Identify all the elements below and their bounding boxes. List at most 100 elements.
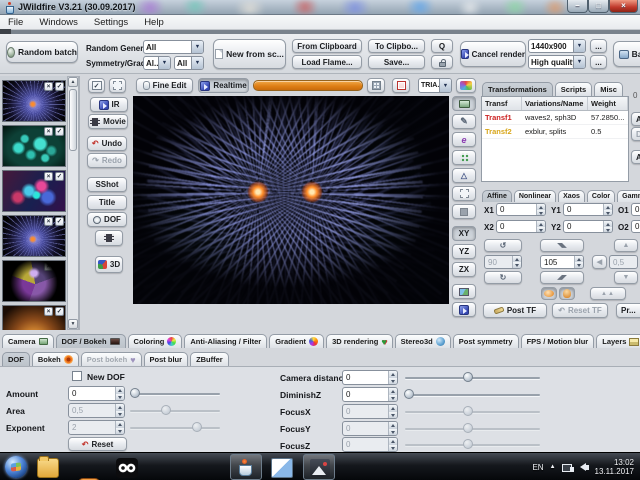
focusy-slider[interactable] [405,422,540,435]
area-slider[interactable] [130,404,220,417]
tab-dof-bokeh[interactable]: DOF / Bokeh [56,334,126,348]
y1-field[interactable]: 0 [563,203,613,216]
rotate-right-button[interactable]: ↻ [484,271,522,284]
edit-variation-button[interactable]: e [452,132,476,147]
tab-fps-motion-blur[interactable]: FPS / Motion blur [521,334,595,348]
amount-field[interactable]: 0 [68,386,125,401]
to-clipboard-button[interactable]: To Clipbo... [368,39,425,53]
move-step-field[interactable]: 0,5 [609,255,638,269]
language-indicator[interactable]: EN [532,463,543,472]
rotate-angle-field[interactable]: 90 [484,255,522,269]
tab-antialiasing-filter[interactable]: Anti-Aliasing / Filter [184,334,267,348]
selection-box-button[interactable] [452,186,476,201]
toggle-overlay-button[interactable]: ✓ [88,78,105,93]
o1-field[interactable]: 0 [631,203,640,216]
exponent-field[interactable]: 2 [68,420,125,435]
lock-button[interactable] [431,55,453,69]
fine-edit-button[interactable]: Fine Edit [136,78,193,93]
move-left-button[interactable]: ◀ [592,255,607,269]
quality-select[interactable]: High quality ▼ [528,55,586,69]
amount-slider[interactable] [130,387,220,400]
image-editor-taskbar-button[interactable] [303,454,335,480]
view-yz-button[interactable]: YZ [452,244,476,259]
add-final-transform-button[interactable]: A... [631,150,640,164]
new-dof-checkbox[interactable] [72,371,82,381]
remove-thumbnail-icon[interactable]: × [44,127,53,136]
table-row[interactable]: Transf1 waves2, sph3D 57.2850... [482,111,628,125]
render-image-button[interactable] [452,284,476,299]
remove-thumbnail-icon[interactable]: × [44,82,53,91]
thumbnail-orange-ember[interactable]: × ✓ [2,305,66,330]
table-row[interactable]: Transf2 exblur, splits 0.5 [482,125,628,139]
focusz-field[interactable]: 0 [342,437,398,452]
quick-save-button[interactable]: Q [431,39,453,53]
focusy-field[interactable]: 0 [342,421,398,436]
tab-scripts[interactable]: Scripts [555,82,592,96]
tab-nonlinear[interactable]: Nonlinear [514,190,556,202]
o2-field[interactable]: 0 [631,220,640,233]
movie-button[interactable]: Movie [88,114,128,129]
resolution-select[interactable]: 1440x900 ▼ [528,39,586,53]
select-thumbnail-icon[interactable]: ✓ [55,217,64,226]
minimize-button[interactable]: – [567,0,588,13]
menu-windows[interactable]: Windows [31,17,86,28]
flame-preview-canvas[interactable] [133,96,449,304]
toggle-transparency-button[interactable] [109,78,126,93]
thumbnail-blue-flame[interactable]: × ✓ [2,80,66,122]
clock[interactable]: 13:02 13.11.2017 [595,458,634,477]
interactive-renderer-button[interactable]: IR [90,97,128,112]
tab-post-blur[interactable]: Post blur [144,352,189,366]
x2-field[interactable]: 0 [496,220,546,233]
preview-clipped-button[interactable]: Pr... [616,303,640,318]
notes-app-taskbar-icon[interactable] [271,458,293,478]
flame-to-movie-button[interactable] [95,230,123,246]
thumbnail-blue-flame-2[interactable]: × ✓ [2,215,66,257]
select-thumbnail-icon[interactable]: ✓ [55,307,64,316]
edit-gradient-points-button[interactable] [452,150,476,165]
camera-distance-field[interactable]: 0 [342,370,398,385]
remove-thumbnail-icon[interactable]: × [44,307,53,316]
snapshot-button[interactable]: SShot [87,177,127,192]
tab-dof[interactable]: DOF [2,352,30,366]
move-down-button[interactable]: ▼ [614,271,638,284]
triangle-style-select[interactable]: TRIA... ▼ [418,78,452,93]
realtime-toggle-button[interactable]: Realtime [198,78,249,93]
edit-camera-button[interactable] [452,96,476,111]
tab-misc[interactable]: Misc [594,82,623,96]
camera-distance-slider[interactable] [405,371,540,384]
exponent-slider[interactable] [130,421,220,434]
reset-tf-button[interactable]: ↶Reset TF [552,303,608,318]
maximize-button[interactable]: □ [588,0,609,13]
show-guides-button[interactable] [392,78,410,93]
tab-bokeh[interactable]: Bokeh [32,352,79,366]
tray-expand-icon[interactable]: ▲ [550,464,556,470]
play-flame-button[interactable] [452,302,476,317]
y2-field[interactable]: 0 [563,220,613,233]
batch-render-button[interactable]: Bat... [613,41,640,67]
jwildfire-taskbar-button[interactable] [230,454,262,480]
diminishz-field[interactable]: 0 [342,387,398,402]
diminishz-slider[interactable] [405,388,540,401]
reset-dof-button[interactable]: ↶Reset [68,437,127,451]
select-thumbnail-icon[interactable]: ✓ [55,172,64,181]
scroll-down-icon[interactable]: ▼ [68,319,78,329]
tab-coloring[interactable]: Coloring [128,334,183,348]
cancel-render-button[interactable]: Cancel render [460,41,526,67]
select-thumbnail-icon[interactable]: ✓ [55,82,64,91]
post-tf-button[interactable]: Post TF [483,303,547,318]
from-clipboard-button[interactable]: From Clipboard [292,39,362,53]
view-zx-button[interactable]: ZX [452,262,476,277]
scroll-up-icon[interactable]: ▲ [68,77,78,87]
random-generator-select[interactable]: All ▼ [143,40,204,54]
tab-stereo3d[interactable]: Stereo3d [395,334,451,348]
volume-icon[interactable] [580,463,589,471]
resolution-more-button[interactable]: ... [590,39,607,53]
thumbnail-purple-crystal[interactable]: × ✓ [2,260,66,302]
remove-thumbnail-icon[interactable]: × [44,217,53,226]
edit-post-toggle[interactable] [559,287,575,300]
inactive-tool-button[interactable] [452,204,476,219]
menu-settings[interactable]: Settings [86,17,136,28]
add-transform-button[interactable]: A... [631,112,640,126]
edit-triangle-button[interactable]: ✎ [452,114,476,129]
title-button[interactable]: Title [87,195,127,210]
